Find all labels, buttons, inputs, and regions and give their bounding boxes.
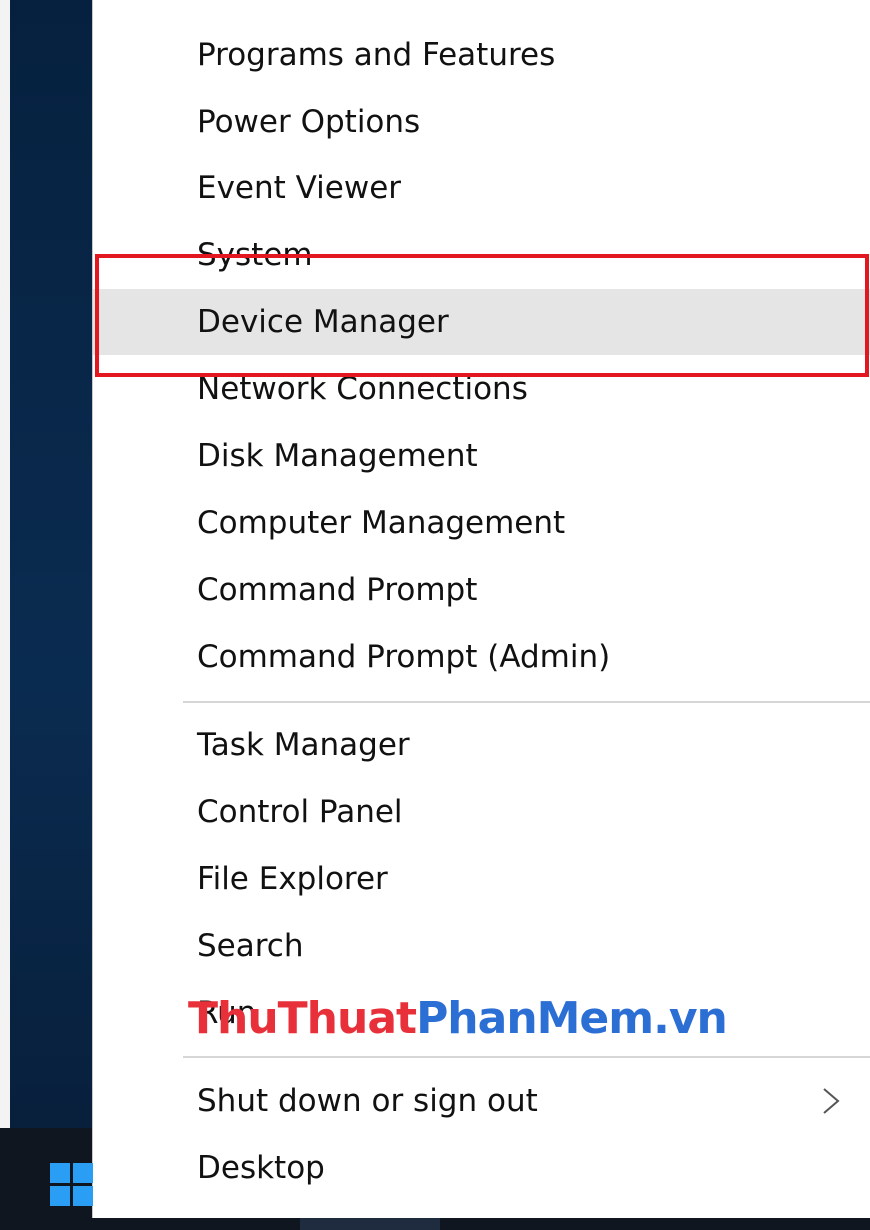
menu-item-network-connections[interactable]: Network Connections	[93, 356, 870, 422]
chevron-right-icon	[823, 1088, 840, 1114]
watermark: ThuThuatPhanMem.vn	[188, 993, 728, 1044]
desktop-background	[0, 0, 92, 1230]
screen-edge	[0, 0, 10, 1230]
watermark-part-blue: PhanMem.vn	[416, 993, 728, 1044]
menu-separator	[183, 1056, 870, 1058]
menu-item-label: Shut down or sign out	[197, 1083, 538, 1119]
menu-item-disk-management[interactable]: Disk Management	[93, 423, 870, 489]
menu-item-search[interactable]: Search	[93, 913, 870, 979]
menu-item-computer-management[interactable]: Computer Management	[93, 490, 870, 556]
menu-item-file-explorer[interactable]: File Explorer	[93, 846, 870, 912]
menu-item-shut-down-or-sign-out[interactable]: Shut down or sign out	[93, 1068, 870, 1134]
menu-separator	[183, 701, 870, 703]
menu-item-command-prompt-admin[interactable]: Command Prompt (Admin)	[93, 624, 870, 690]
menu-item-event-viewer[interactable]: Event Viewer	[93, 155, 870, 221]
menu-item-device-manager[interactable]: Device Manager	[93, 289, 870, 355]
watermark-part-red: ThuThuat	[188, 993, 417, 1044]
menu-item-system[interactable]: System	[93, 222, 870, 288]
menu-item-command-prompt[interactable]: Command Prompt	[93, 557, 870, 623]
menu-item-programs-and-features[interactable]: Programs and Features	[93, 22, 870, 88]
menu-item-desktop[interactable]: Desktop	[93, 1135, 870, 1201]
windows-logo-icon[interactable]	[50, 1163, 94, 1207]
menu-item-control-panel[interactable]: Control Panel	[93, 779, 870, 845]
menu-item-task-manager[interactable]: Task Manager	[93, 712, 870, 778]
menu-item-power-options[interactable]: Power Options	[93, 89, 870, 155]
